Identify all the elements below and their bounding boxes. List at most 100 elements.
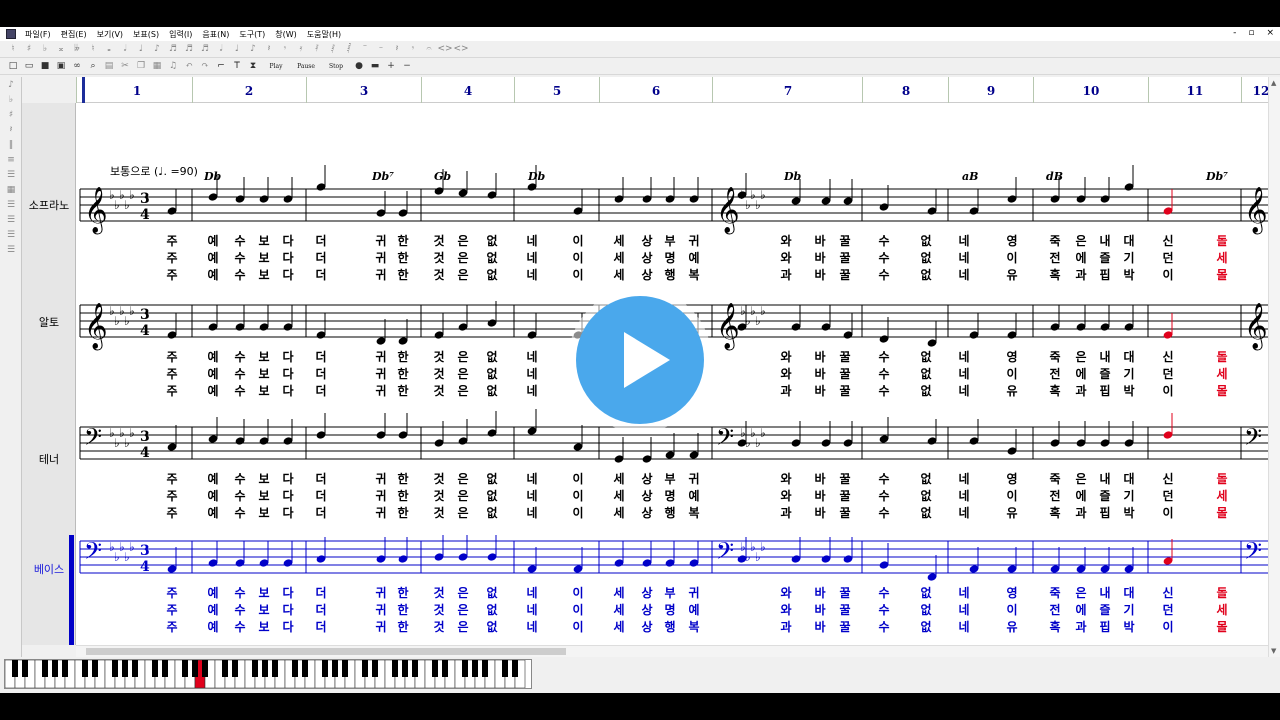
piano-black-key[interactable] bbox=[262, 660, 268, 677]
piano-black-key[interactable] bbox=[472, 660, 478, 677]
note-tool-icon[interactable]: ♬ bbox=[182, 42, 196, 56]
play-button[interactable]: Play bbox=[262, 59, 290, 73]
record-icon[interactable]: ● bbox=[352, 59, 366, 73]
note-tool-icon[interactable]: ♪ bbox=[150, 42, 164, 56]
staff-name-tenor[interactable]: 테너 bbox=[22, 451, 76, 467]
piano-black-key[interactable] bbox=[162, 660, 168, 677]
piano-black-key[interactable] bbox=[152, 660, 158, 677]
staff-name-alto[interactable]: 알토 bbox=[22, 314, 76, 330]
note-tool-icon[interactable]: 𝅀 bbox=[310, 42, 324, 56]
tool-grid-icon[interactable]: ▦ bbox=[4, 185, 18, 197]
plus-icon[interactable]: + bbox=[384, 59, 398, 73]
piano-black-key[interactable] bbox=[222, 660, 228, 677]
piano-black-key[interactable] bbox=[272, 660, 278, 677]
note-tool-icon[interactable]: 𝄪 bbox=[54, 42, 68, 56]
note-tool-icon[interactable]: ♩ bbox=[134, 42, 148, 56]
measure-number[interactable]: 6 bbox=[652, 84, 660, 98]
note-tool-icon[interactable]: ♮ bbox=[6, 42, 20, 56]
staff-name-bass[interactable]: 베이스 bbox=[22, 561, 76, 577]
piano-black-key[interactable] bbox=[62, 660, 68, 677]
note-tool-icon[interactable]: 𝄫 bbox=[70, 42, 84, 56]
new-icon[interactable]: □ bbox=[6, 59, 20, 73]
note-tool-icon[interactable]: ♩ bbox=[230, 42, 244, 56]
measure-number[interactable]: 3 bbox=[360, 84, 368, 98]
menu-help[interactable]: 도움말(H) bbox=[302, 29, 346, 40]
note-tool-icon[interactable]: <> bbox=[453, 42, 468, 56]
piano-black-key[interactable] bbox=[322, 660, 328, 677]
tool-lines-icon[interactable]: ☰ bbox=[4, 200, 18, 212]
piano-black-key[interactable] bbox=[22, 660, 28, 677]
measure-number[interactable]: 4 bbox=[464, 84, 472, 98]
piano-black-key[interactable] bbox=[392, 660, 398, 677]
piano-keys[interactable] bbox=[4, 659, 531, 689]
menu-tools[interactable]: 도구(T) bbox=[234, 29, 270, 40]
undo-icon[interactable]: ↶ bbox=[182, 59, 196, 73]
piano-black-key[interactable] bbox=[372, 660, 378, 677]
note-tool-icon[interactable]: ♮ bbox=[86, 42, 100, 56]
zoom-icon[interactable]: ⌕ bbox=[86, 59, 100, 73]
piano-black-key[interactable] bbox=[432, 660, 438, 677]
tool-rest-icon[interactable]: 𝄽 bbox=[4, 125, 18, 137]
play-icon[interactable] bbox=[568, 288, 712, 432]
piano-black-key[interactable] bbox=[52, 660, 58, 677]
note-tool-icon[interactable]: 𝄽 bbox=[390, 42, 404, 56]
tool-down-icon[interactable]: ♯ bbox=[4, 110, 18, 122]
pause-button[interactable]: Pause bbox=[292, 59, 320, 73]
note-tool-icon[interactable]: 𝅂 bbox=[342, 42, 356, 56]
measure-ruler[interactable]: 1 2 3 4 5 6 7 8 9 10 11 12 bbox=[76, 77, 1270, 103]
tool-lines2-icon[interactable]: ☰ bbox=[4, 215, 18, 227]
preview-icon[interactable]: ∞ bbox=[70, 59, 84, 73]
note-tool-icon[interactable]: <> bbox=[437, 42, 452, 56]
piano-black-key[interactable] bbox=[342, 660, 348, 677]
scroll-down-icon[interactable]: ▼ bbox=[1271, 647, 1276, 655]
measure-number[interactable]: 12 bbox=[1253, 84, 1270, 98]
piano-keyboard[interactable] bbox=[4, 659, 532, 689]
note-tool-icon[interactable]: ♬ bbox=[166, 42, 180, 56]
piano-black-key[interactable] bbox=[182, 660, 188, 677]
piano-black-key[interactable] bbox=[252, 660, 258, 677]
horizontal-scrollbar[interactable] bbox=[76, 645, 1268, 657]
tool-note-icon[interactable]: ♪ bbox=[4, 80, 18, 92]
note-tool-icon[interactable]: 𝄐 bbox=[422, 42, 436, 56]
tool-chord-icon[interactable]: ≡ bbox=[4, 155, 18, 167]
piano-black-key[interactable] bbox=[82, 660, 88, 677]
open-icon[interactable]: ▭ bbox=[22, 59, 36, 73]
measure-number[interactable]: 10 bbox=[1083, 84, 1100, 98]
measure-number[interactable]: 11 bbox=[1187, 84, 1204, 98]
menu-edit[interactable]: 편집(E) bbox=[56, 29, 92, 40]
piano-black-key[interactable] bbox=[132, 660, 138, 677]
note-tool-icon[interactable]: 𝄽 bbox=[262, 42, 276, 56]
minus-icon[interactable]: − bbox=[400, 59, 414, 73]
scroll-up-icon[interactable]: ▲ bbox=[1271, 79, 1276, 87]
measure-number[interactable]: 8 bbox=[902, 84, 910, 98]
metronome-icon[interactable]: ⧗ bbox=[246, 59, 260, 73]
piano-black-key[interactable] bbox=[92, 660, 98, 677]
piano-black-key[interactable] bbox=[202, 660, 208, 677]
note-tool-icon[interactable]: 𝄿 bbox=[294, 42, 308, 56]
note-icon[interactable]: ♫ bbox=[166, 59, 180, 73]
piano-black-key[interactable] bbox=[512, 660, 518, 677]
piano-black-key[interactable] bbox=[302, 660, 308, 677]
app-icon[interactable] bbox=[6, 29, 16, 39]
measure-number[interactable]: 1 bbox=[133, 84, 141, 98]
measure-number[interactable]: 2 bbox=[245, 84, 253, 98]
note-tool-icon[interactable]: 𝄼 bbox=[374, 42, 388, 56]
redo-icon[interactable]: ↷ bbox=[198, 59, 212, 73]
note-tool-icon[interactable]: 𝄻 bbox=[358, 42, 372, 56]
piano-black-key[interactable] bbox=[502, 660, 508, 677]
piano-black-key[interactable] bbox=[332, 660, 338, 677]
piano-black-key[interactable] bbox=[402, 660, 408, 677]
staff-name-soprano[interactable]: 소프라노 bbox=[22, 197, 76, 213]
horizontal-scroll-thumb[interactable] bbox=[86, 648, 566, 655]
note-tool-icon[interactable]: ♭ bbox=[38, 42, 52, 56]
note-tool-icon[interactable]: 𝅗𝅥 bbox=[118, 42, 132, 56]
playback-cursor[interactable] bbox=[82, 77, 85, 103]
close-icon[interactable]: × bbox=[1266, 28, 1274, 38]
piano-black-key[interactable] bbox=[292, 660, 298, 677]
note-tool-icon[interactable]: ♯ bbox=[22, 42, 36, 56]
video-play-overlay[interactable] bbox=[568, 288, 712, 432]
menu-view[interactable]: 보기(V) bbox=[92, 29, 128, 40]
piano-black-key[interactable] bbox=[412, 660, 418, 677]
keyboard-icon[interactable]: ▬ bbox=[368, 59, 382, 73]
note-tool-icon[interactable]: ♪ bbox=[246, 42, 260, 56]
